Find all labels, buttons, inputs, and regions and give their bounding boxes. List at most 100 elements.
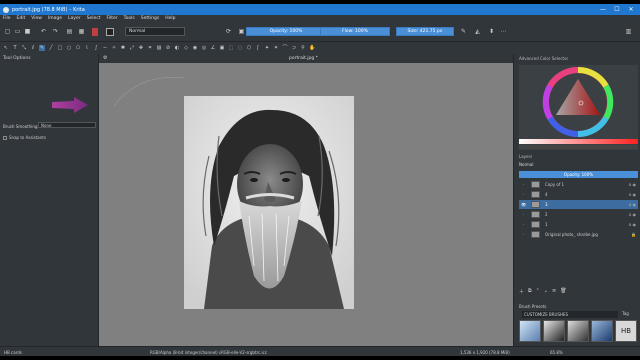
gradient-tool-icon[interactable]: ▨ xyxy=(156,45,162,51)
new-document-icon[interactable]: ▢ xyxy=(4,28,11,35)
text-tool-icon[interactable]: T xyxy=(12,45,18,51)
polygon-tool-icon[interactable]: ⬠ xyxy=(75,45,81,51)
brush-preset-item[interactable] xyxy=(519,320,541,342)
delete-layer-icon[interactable]: 🗑 xyxy=(560,288,566,295)
menu-select[interactable]: Select xyxy=(87,16,101,21)
mirror-vertical-icon[interactable]: ⬍ xyxy=(488,28,495,35)
multibrush-tool-icon[interactable]: ✱ xyxy=(120,45,126,51)
calligraphy-tool-icon[interactable]: ℓ xyxy=(30,45,36,51)
rect-select-tool-icon[interactable]: ⬚ xyxy=(228,45,234,51)
layer-flags-icon[interactable]: α ◉ xyxy=(629,220,636,229)
checkbox-icon[interactable] xyxy=(3,135,7,140)
layer-item[interactable]: · 2 α ◉ xyxy=(519,210,638,219)
opacity-slider[interactable]: Opacity: 100% xyxy=(246,27,326,36)
measure-tool-icon[interactable]: ∠ xyxy=(210,45,216,51)
visibility-icon[interactable]: · xyxy=(521,210,526,219)
menu-image[interactable]: Image xyxy=(48,16,62,21)
colorize-mask-tool-icon[interactable]: ◐ xyxy=(174,45,180,51)
menu-tools[interactable]: Tools xyxy=(124,16,135,21)
polyline-tool-icon[interactable]: ⌇ xyxy=(84,45,90,51)
brush-preset-icon[interactable] xyxy=(106,28,114,36)
dynamic-brush-tool-icon[interactable]: ✧ xyxy=(111,45,117,51)
menu-file[interactable]: File xyxy=(3,16,11,21)
brush-smoothing-select[interactable]: None xyxy=(38,122,96,128)
bezier-tool-icon[interactable]: ∫ xyxy=(93,45,99,51)
duplicate-layer-icon[interactable]: ⧉ xyxy=(528,288,532,295)
freehand-path-tool-icon[interactable]: ∼ xyxy=(102,45,108,51)
layer-flags-icon[interactable]: 🔒 xyxy=(631,230,636,239)
pattern-icon[interactable]: ▦ xyxy=(78,28,85,35)
magnetic-select-tool-icon[interactable]: ⊃ xyxy=(291,45,297,51)
bezier-select-tool-icon[interactable]: ⌒ xyxy=(282,45,288,51)
menu-settings[interactable]: Settings xyxy=(141,16,159,21)
layer-flags-icon[interactable]: α ◉ xyxy=(629,190,636,199)
canvas-area[interactable]: ⚙ portrait.jpg * xyxy=(99,54,513,346)
maximize-button[interactable]: ☐ xyxy=(610,4,624,15)
menu-view[interactable]: View xyxy=(31,16,42,21)
layer-flags-icon[interactable]: α ◉ xyxy=(629,200,636,209)
visibility-icon[interactable]: · xyxy=(521,180,526,189)
select-shapes-tool-icon[interactable]: ↖ xyxy=(3,45,9,51)
smart-patch-tool-icon[interactable]: ◇ xyxy=(183,45,189,51)
similar-select-tool-icon[interactable]: ✶ xyxy=(273,45,279,51)
color-picker-tool-icon[interactable]: ⊘ xyxy=(165,45,171,51)
move-layer-up-icon[interactable]: ⌃ xyxy=(536,288,540,295)
brush-preset-item[interactable] xyxy=(591,320,613,342)
flow-slider[interactable]: Flow: 100% xyxy=(320,27,390,36)
polygon-select-tool-icon[interactable]: ⬡ xyxy=(246,45,252,51)
layer-flags-icon[interactable]: α ◉ xyxy=(629,210,636,219)
freehand-brush-tool-icon[interactable]: ✎ xyxy=(39,45,45,51)
contiguous-select-tool-icon[interactable]: ✦ xyxy=(264,45,270,51)
blending-mode-select[interactable]: Normal xyxy=(125,27,185,36)
status-zoom[interactable]: 65.8% xyxy=(550,350,563,355)
size-slider[interactable]: Size: 421.75 px xyxy=(396,27,454,36)
redo-icon[interactable]: ↷ xyxy=(52,28,59,35)
wrap-icon[interactable]: ⋯ xyxy=(500,28,507,35)
undo-icon[interactable]: ↶ xyxy=(40,28,47,35)
brush-settings-icon[interactable]: ✎ xyxy=(460,28,467,35)
reload-preset-icon[interactable]: ⟳ xyxy=(225,28,232,35)
move-layer-down-icon[interactable]: ⌄ xyxy=(544,288,548,295)
edit-shapes-tool-icon[interactable]: ⤡ xyxy=(21,45,27,51)
layer-item[interactable]: · 4 α ◉ xyxy=(519,190,638,199)
layer-item[interactable]: · 1 α ◉ xyxy=(519,220,638,229)
zoom-tool-icon[interactable]: ⚲ xyxy=(300,45,306,51)
reference-tool-icon[interactable]: ▣ xyxy=(219,45,225,51)
brush-preset-item[interactable]: HB xyxy=(615,320,637,342)
add-layer-icon[interactable]: ＋ xyxy=(519,288,524,295)
snap-to-assistants-checkbox[interactable]: Snap to Assistants xyxy=(3,135,46,140)
ellipse-select-tool-icon[interactable]: ◌ xyxy=(237,45,243,51)
open-document-icon[interactable]: ▭ xyxy=(14,28,21,35)
visibility-icon[interactable]: · xyxy=(521,190,526,199)
layer-item[interactable]: 👁 3 α ◉ xyxy=(519,200,638,209)
layer-blend-select[interactable]: Normal xyxy=(519,162,638,169)
line-tool-icon[interactable]: ╱ xyxy=(48,45,54,51)
alpha-lock-icon[interactable]: ▣ xyxy=(238,28,245,35)
layer-properties-icon[interactable]: ≡ xyxy=(552,288,556,295)
tag-button[interactable]: Tag xyxy=(622,311,629,316)
layer-flags-icon[interactable]: α ◉ xyxy=(629,180,636,189)
freehand-select-tool-icon[interactable]: ʃ xyxy=(255,45,261,51)
workspace-icon[interactable]: ▥ xyxy=(625,28,632,35)
pan-tool-icon[interactable]: ✋ xyxy=(309,45,315,51)
foreground-color-swatch[interactable] xyxy=(92,28,98,36)
visibility-icon[interactable]: · xyxy=(521,220,526,229)
visibility-icon[interactable]: · xyxy=(521,230,526,239)
close-button[interactable]: ✕ xyxy=(624,4,638,15)
transform-tool-icon[interactable]: ⤢ xyxy=(129,45,135,51)
save-icon[interactable]: ■ xyxy=(24,28,31,35)
layer-item[interactable]: · Copy of 1 α ◉ xyxy=(519,180,638,189)
gradient-icon[interactable]: ▤ xyxy=(66,28,73,35)
assistant-tool-icon[interactable]: ◎ xyxy=(201,45,207,51)
brush-preset-item[interactable] xyxy=(543,320,565,342)
fill-tool-icon[interactable]: ◉ xyxy=(192,45,198,51)
visibility-icon[interactable]: 👁 xyxy=(521,200,526,209)
mirror-horizontal-icon[interactable]: ◭ xyxy=(474,28,481,35)
ellipse-tool-icon[interactable]: ○ xyxy=(66,45,72,51)
crop-tool-icon[interactable]: ⌗ xyxy=(147,45,153,51)
menu-filter[interactable]: Filter xyxy=(106,16,117,21)
color-selector[interactable] xyxy=(519,65,638,150)
brush-tag-select[interactable]: CUSTOMIZE BRUSHES xyxy=(522,311,618,318)
layer-opacity-slider[interactable]: Opacity: 100% xyxy=(519,171,638,178)
move-tool-icon[interactable]: ✥ xyxy=(138,45,144,51)
